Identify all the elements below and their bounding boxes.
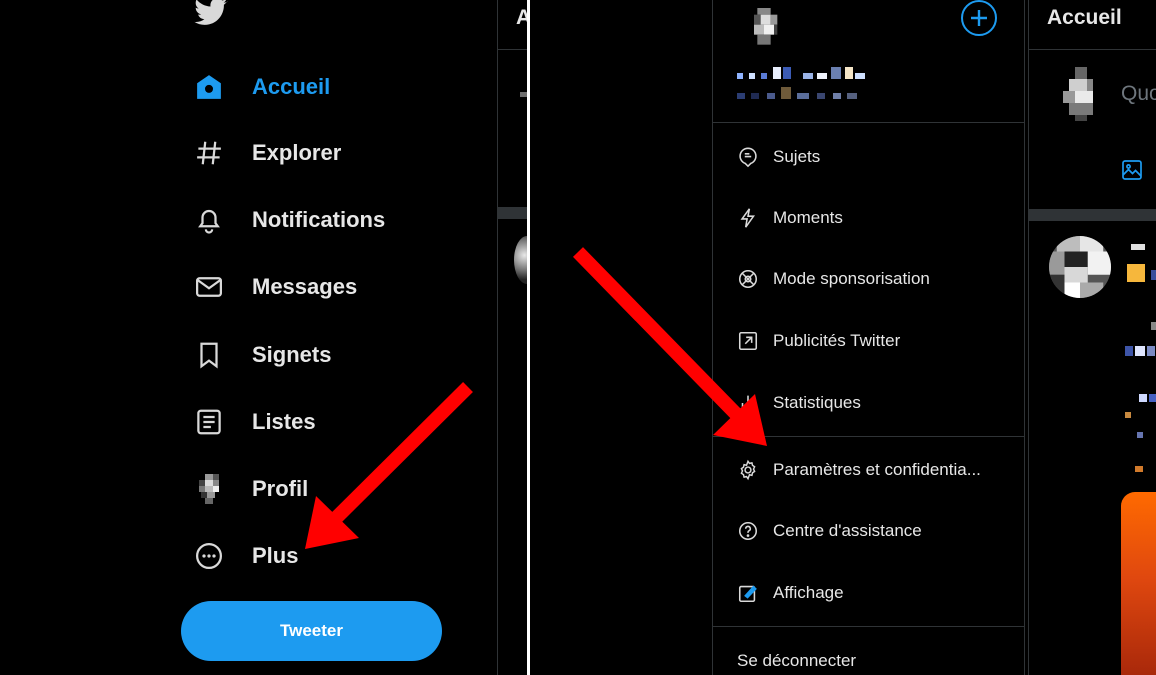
annotation-arrow-left <box>305 382 473 549</box>
annotation-arrow-right <box>572 247 767 446</box>
right-screenshot-panel: Sujets Moments Mode sponsorisation Publi… <box>530 0 1156 675</box>
left-screenshot-panel: Accueil Explorer Notifications Messages … <box>0 0 527 675</box>
